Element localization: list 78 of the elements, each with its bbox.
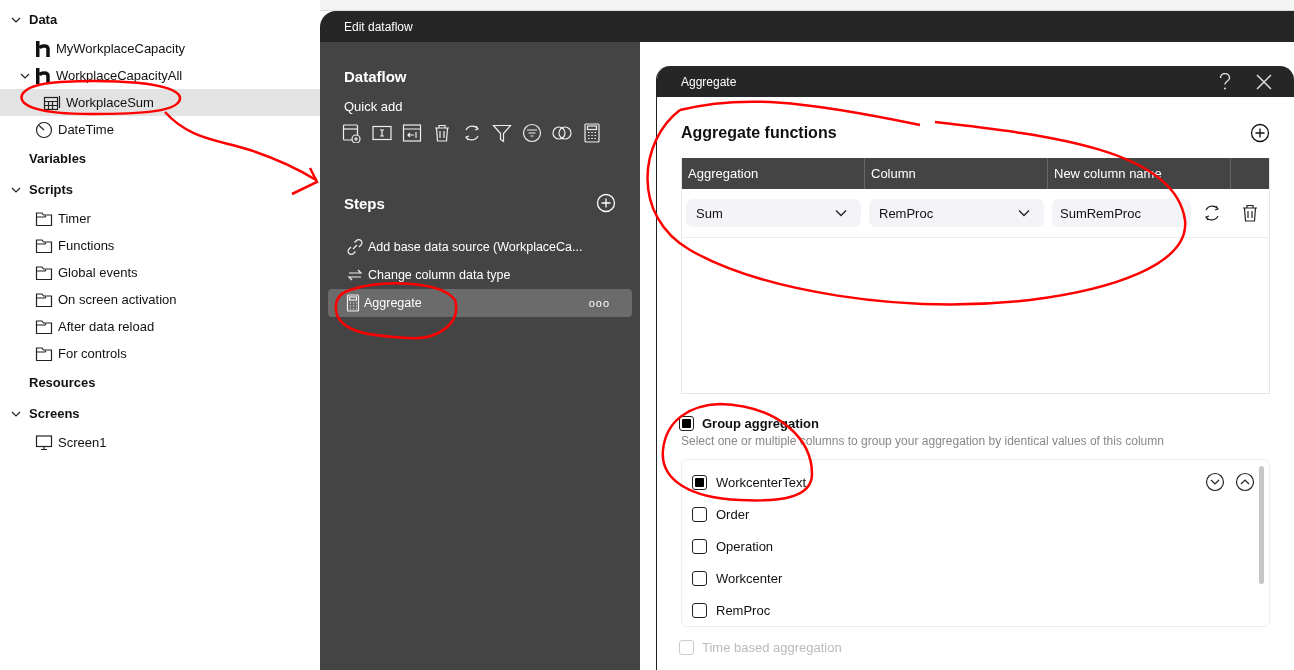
- import-icon[interactable]: [402, 123, 422, 143]
- folder-icon: [35, 345, 53, 362]
- steps-heading: Steps: [343, 194, 385, 212]
- scrollbar[interactable]: [1259, 466, 1264, 584]
- dropdown[interactable]: Sum: [686, 199, 861, 227]
- tree-item[interactable]: WorkplaceCapacityAll: [56, 68, 183, 83]
- dialog-title: Edit dataflow: [344, 19, 413, 34]
- step-item[interactable]: Change column data type: [328, 261, 632, 289]
- add-icon[interactable]: [1250, 123, 1270, 143]
- close-icon[interactable]: [1256, 73, 1272, 90]
- h-logo-icon: [35, 39, 51, 58]
- section-heading: Aggregate functions: [681, 124, 837, 142]
- h-logo-icon: [35, 66, 51, 85]
- section-header[interactable]: Variables: [29, 151, 87, 166]
- section-header[interactable]: Resources: [29, 375, 96, 390]
- checkbox-label[interactable]: Order: [716, 506, 750, 522]
- checkbox-label[interactable]: Operation: [716, 538, 774, 554]
- checkbox[interactable]: [692, 602, 707, 618]
- checkbox-label: Time based aggregation: [702, 640, 842, 655]
- checkbox-label[interactable]: Workcenter: [716, 570, 783, 586]
- tree-item[interactable]: Timer: [58, 211, 91, 226]
- help-icon[interactable]: [1218, 72, 1232, 91]
- filter-icon[interactable]: [492, 123, 512, 143]
- trash-icon[interactable]: [1240, 203, 1260, 223]
- table-icon: [43, 93, 61, 112]
- tree-item[interactable]: Functions: [58, 238, 115, 253]
- chevron-down-icon: [1018, 209, 1030, 217]
- clock-icon: [35, 120, 53, 139]
- section-header[interactable]: Scripts: [29, 182, 74, 197]
- chevron-down-icon: [835, 209, 847, 217]
- tree-item[interactable]: For controls: [58, 346, 127, 361]
- trash-icon[interactable]: [432, 123, 452, 143]
- column-header: Column: [865, 158, 1048, 189]
- calculator-icon[interactable]: [582, 123, 602, 143]
- checkbox[interactable]: [692, 474, 707, 490]
- checkbox[interactable]: [692, 506, 707, 522]
- tree-item[interactable]: After data reload: [58, 319, 155, 334]
- section-header[interactable]: Screens: [29, 406, 80, 421]
- dialog-title: Aggregate: [681, 74, 737, 89]
- section-label: Quick add: [343, 99, 404, 114]
- panel-heading: Dataflow: [343, 68, 408, 85]
- refresh-icon[interactable]: [1202, 203, 1222, 223]
- step-label: Change column data type: [368, 268, 511, 282]
- tree-item[interactable]: MyWorkplaceCapacity: [56, 41, 186, 56]
- refresh-icon[interactable]: [462, 123, 482, 143]
- monitor-icon: [35, 433, 53, 452]
- checkbox[interactable]: [679, 416, 694, 431]
- dropdown[interactable]: RemProc: [869, 199, 1044, 227]
- folder-icon: [35, 210, 53, 227]
- checkbox-label[interactable]: WorkcenterText: [716, 474, 807, 490]
- step-label: Aggregate: [364, 296, 422, 310]
- checkbox-label[interactable]: RemProc: [716, 602, 771, 618]
- filter-circle-icon[interactable]: [522, 123, 542, 143]
- move-up-icon[interactable]: [1235, 472, 1255, 492]
- tree-item-selected[interactable]: WorkplaceSum: [66, 95, 154, 110]
- tree-item[interactable]: Screen1: [58, 435, 107, 450]
- folder-icon: [35, 291, 53, 308]
- column-header: Aggregation: [682, 158, 865, 189]
- link-icon: [346, 238, 364, 256]
- more-menu[interactable]: ooo: [588, 297, 610, 309]
- tree-item[interactable]: On screen activation: [58, 292, 177, 307]
- tree-item[interactable]: DateTime: [58, 122, 114, 137]
- folder-icon: [35, 318, 53, 335]
- checkbox[interactable]: [692, 570, 707, 586]
- calculator-icon: [346, 294, 360, 312]
- move-down-icon[interactable]: [1205, 472, 1225, 492]
- section-header[interactable]: Data: [29, 12, 58, 27]
- step-item-selected[interactable]: Aggregate ooo: [328, 289, 632, 317]
- step-label: Add base data source (WorkplaceCa...: [368, 240, 583, 254]
- text-cursor-icon[interactable]: [372, 123, 392, 143]
- tree-item[interactable]: Global events: [58, 265, 138, 280]
- checkbox[interactable]: [692, 538, 707, 554]
- folder-icon: [35, 264, 53, 281]
- folder-icon: [35, 237, 53, 254]
- overlapping-circles-icon[interactable]: [552, 123, 572, 143]
- input-field[interactable]: SumRemProc: [1052, 199, 1191, 227]
- step-item[interactable]: Add base data source (WorkplaceCa...: [328, 233, 632, 261]
- window-plus-icon[interactable]: [342, 123, 362, 143]
